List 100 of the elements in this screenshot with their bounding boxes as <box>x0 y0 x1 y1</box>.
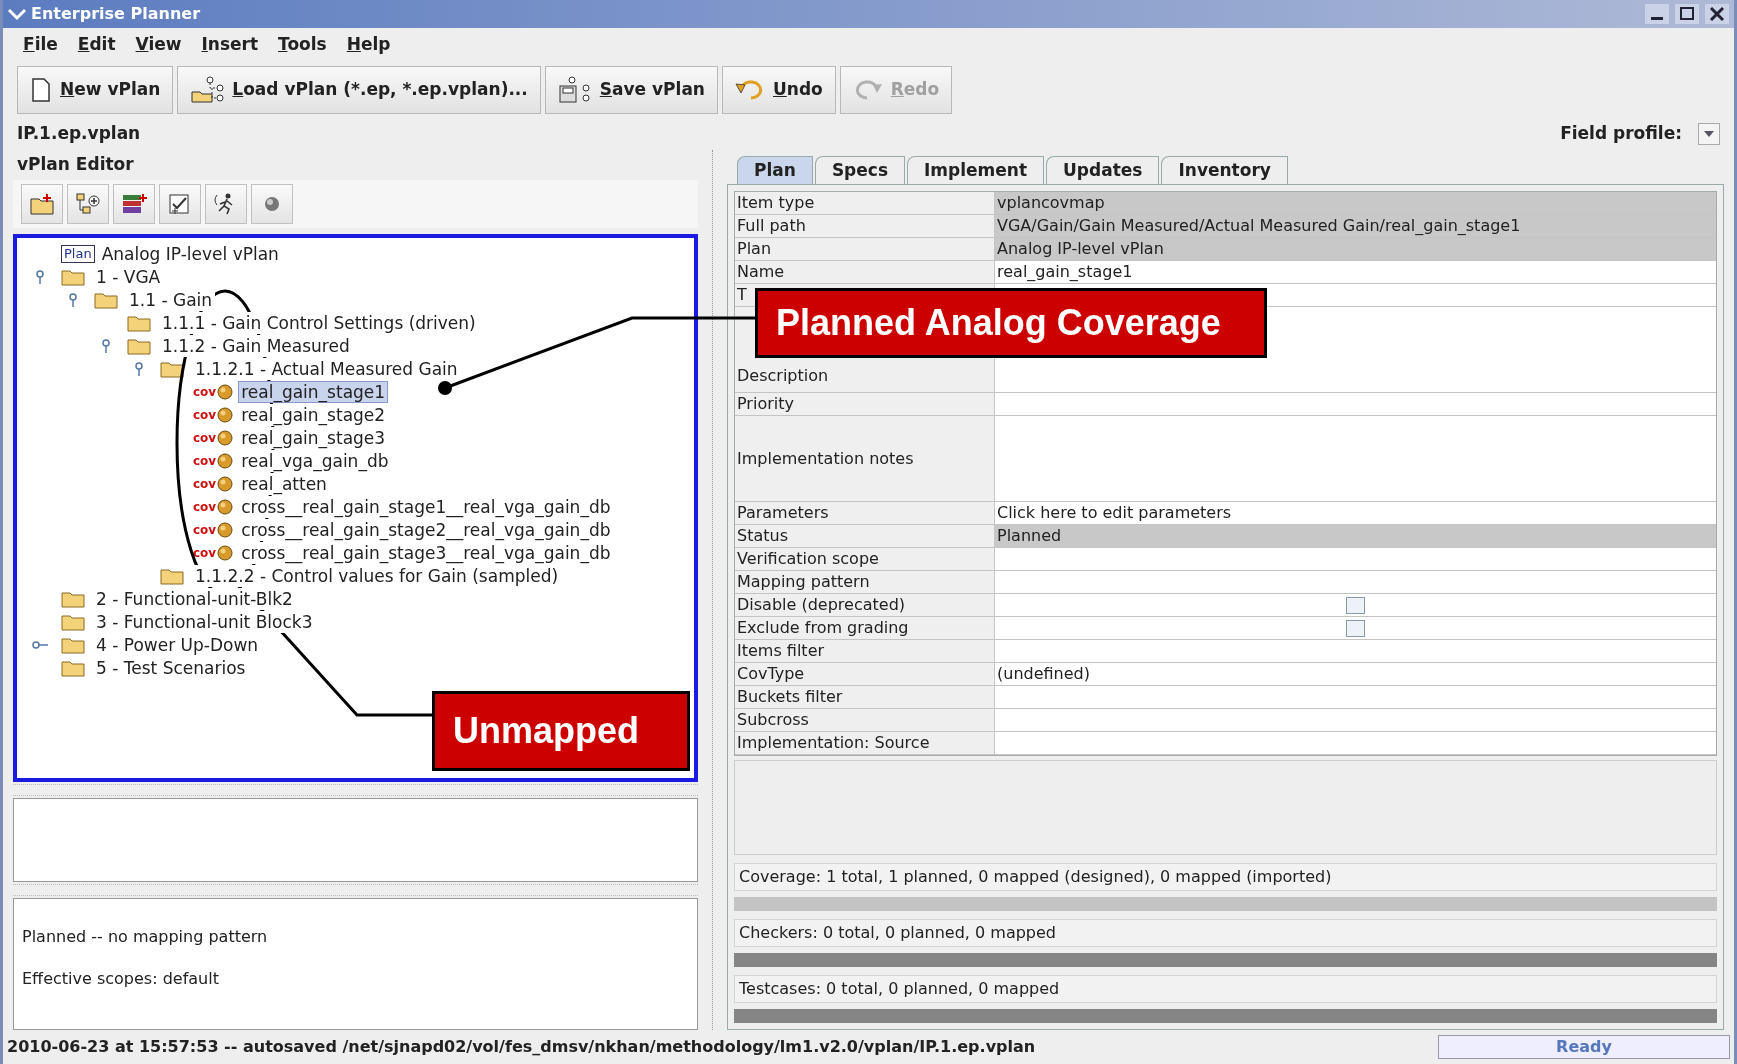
tab[interactable]: Inventory <box>1161 156 1288 184</box>
cov-label: cov <box>193 523 217 536</box>
tab[interactable]: Plan <box>737 156 813 184</box>
toolbar-button[interactable]: Load vPlan (*.ep, *.ep.vplan)... <box>177 66 541 114</box>
stacked-books-icon <box>121 192 147 216</box>
property-value: Planned <box>997 525 1062 547</box>
property-value: Analog IP-level vPlan <box>997 238 1164 260</box>
tab[interactable]: Specs <box>814 156 905 184</box>
tree-item[interactable]: real_gain_stage1 <box>238 380 389 403</box>
property-value: VGA/Gain/Gain Measured/Actual Measured Gain/real_gain_stage1 <box>997 215 1521 237</box>
coin-icon <box>216 497 235 516</box>
folder-icon <box>61 612 85 631</box>
folder-icon <box>61 267 85 286</box>
coin-icon <box>216 451 235 470</box>
cov-label: cov <box>193 477 217 490</box>
property-value: Click here to edit parameters <box>997 502 1232 524</box>
cov-label: cov <box>193 408 217 421</box>
property-label: Exclude from grading <box>737 617 909 639</box>
editor-tool-button[interactable] <box>205 184 247 224</box>
cov-label: cov <box>193 546 217 559</box>
property-label: Mapping pattern <box>737 571 870 593</box>
coin-icon <box>216 382 235 401</box>
folder-icon <box>61 635 85 654</box>
property-value-cell[interactable]: VGA/Gain/Gain Measured/Actual Measured Gain/real_gain_stage1 <box>995 215 1716 237</box>
file-name: IP.1.ep.vplan <box>17 122 141 146</box>
status-field: Ready <box>1438 1035 1730 1059</box>
callout-label: Unmapped <box>432 691 690 771</box>
property-label: Implementation: Source <box>737 732 930 754</box>
field-profile-dropdown[interactable] <box>1698 123 1720 145</box>
property-label: CovType <box>737 663 805 685</box>
summary-text: Testcases: 0 total, 0 planned, 0 mapped <box>739 978 1060 1000</box>
coin-icon <box>216 543 235 562</box>
summary-text: Checkers: 0 total, 0 planned, 0 mapped <box>739 922 1056 944</box>
cov-label: cov <box>193 431 217 444</box>
menu-item[interactable]: Insert <box>201 32 259 58</box>
menu-item[interactable]: Edit <box>77 32 116 58</box>
property-label: Name <box>737 261 785 283</box>
plan-badge: Plan <box>61 244 95 263</box>
toolbar-button[interactable]: New vPlan <box>17 66 174 114</box>
folder-icon <box>160 566 184 585</box>
maximize-icon[interactable] <box>1674 3 1700 25</box>
property-value-cell[interactable]: Planned <box>995 525 1716 547</box>
folder-icon <box>127 313 151 332</box>
coin-icon <box>216 405 235 424</box>
coin-icon <box>216 474 235 493</box>
menu-item[interactable]: Help <box>346 32 391 58</box>
editor-tool-button[interactable] <box>67 184 109 224</box>
property-value-cell[interactable]: Analog IP-level vPlan <box>995 238 1716 260</box>
window-title: Enterprise Planner <box>31 3 200 25</box>
floppy-tree-icon <box>557 76 592 104</box>
coin-icon <box>216 428 235 447</box>
cov-label: cov <box>193 385 217 398</box>
folder-tree-icon <box>190 76 225 104</box>
close-icon[interactable] <box>1704 3 1730 25</box>
editor-tool-button[interactable] <box>159 184 201 224</box>
minimize-icon[interactable] <box>1644 3 1670 25</box>
menu-item[interactable]: View <box>135 32 182 58</box>
property-label: Item type <box>737 192 815 214</box>
undo-arrow-icon <box>735 78 765 102</box>
tab[interactable]: Implement <box>907 156 1045 184</box>
property-label: Status <box>737 525 788 547</box>
property-value: (undefined) <box>997 663 1090 685</box>
tree-add-icon <box>75 192 101 216</box>
coin-icon <box>216 520 235 539</box>
property-label: Parameters <box>737 502 829 524</box>
status-message: 2010-06-23 at 15:57:53 -- autosaved /net/sjnapd02/vol/fes_dmsv/nkhan/methodology/lm1.v2.0/vplan/IP.1.ep.vplan <box>7 1036 1036 1058</box>
info-text: Effective scopes: default <box>22 968 220 990</box>
tab[interactable]: Updates <box>1046 156 1160 184</box>
menu-item[interactable]: File <box>23 32 58 58</box>
callout-label: Planned Analog Coverage <box>755 288 1267 358</box>
property-label: Description <box>737 365 829 387</box>
ball-icon <box>262 194 282 214</box>
info-text: Planned -- no mapping pattern <box>22 926 269 948</box>
folder-icon <box>61 589 85 608</box>
summary-text: Coverage: 1 total, 1 planned, 0 mapped (designed), 0 mapped (imported) <box>739 866 1332 888</box>
folder-icon <box>160 359 184 378</box>
field-profile-label: Field profile: <box>1560 122 1682 146</box>
checkbox[interactable] <box>1346 596 1365 614</box>
checkbox[interactable] <box>1346 619 1365 637</box>
menu-item[interactable]: Tools <box>278 32 327 58</box>
panel-title: vPlan Editor <box>17 153 134 177</box>
toolbar-button[interactable]: Save vPlan <box>544 66 718 114</box>
cov-label: cov <box>193 454 217 467</box>
property-value-cell[interactable]: vplancovmap <box>995 192 1716 214</box>
toolbar-button[interactable]: Undo <box>722 66 836 114</box>
property-label: Priority <box>737 393 794 415</box>
property-label: T <box>737 284 747 306</box>
folder-icon <box>127 336 151 355</box>
folder-icon <box>61 658 85 677</box>
property-label: Items filter <box>737 640 825 662</box>
property-value: vplancovmap <box>997 192 1105 214</box>
property-value: real_gain_stage1 <box>997 261 1133 283</box>
property-label: Verification scope <box>737 548 879 570</box>
folder-icon <box>94 290 118 309</box>
property-label: Buckets filter <box>737 686 843 708</box>
document-icon <box>30 78 52 102</box>
editor-tool-button[interactable] <box>113 184 155 224</box>
property-label: Subcross <box>737 709 809 731</box>
property-label: Implementation notes <box>737 447 914 470</box>
property-label: Full path <box>737 215 806 237</box>
